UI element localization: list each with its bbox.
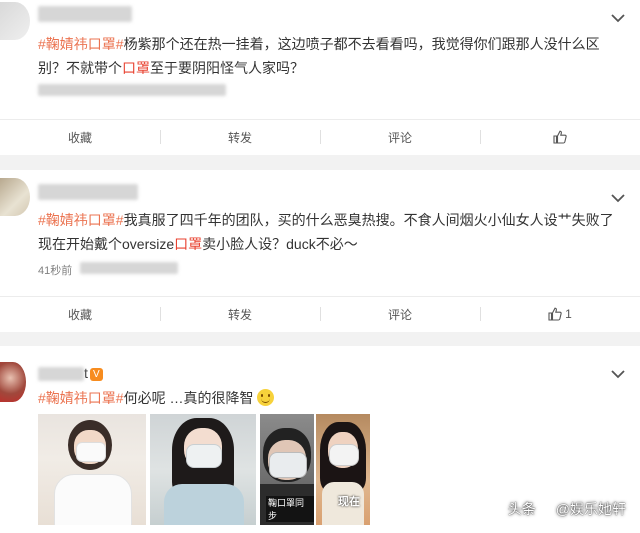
avatar[interactable] xyxy=(0,178,30,216)
username-blurred[interactable] xyxy=(38,6,132,22)
chevron-down-icon[interactable] xyxy=(610,12,626,24)
thumbs-up-icon xyxy=(548,307,562,321)
avatar[interactable] xyxy=(0,2,30,40)
keyword-highlight: 口罩 xyxy=(122,60,150,76)
hashtag-end[interactable]: # xyxy=(116,212,124,228)
chevron-down-icon[interactable] xyxy=(610,192,626,204)
post-card-3: tV #鞠婧祎口罩#何必呢 …真的很降智 鞠口罩同步 现在 头条 @娱乐她轩 xyxy=(0,346,640,533)
hashtag-end[interactable]: # xyxy=(116,36,124,52)
like-count: 1 xyxy=(565,307,572,321)
thumbs-up-icon xyxy=(553,130,567,144)
keyword-highlight: 口罩 xyxy=(174,236,203,252)
save-button[interactable]: 收藏 xyxy=(0,297,160,331)
username-row[interactable]: tV xyxy=(38,364,103,382)
hashtag-link[interactable]: #鞠婧祎口罩 xyxy=(38,390,116,406)
action-bar: 收藏 转发 评论 1 xyxy=(0,296,640,331)
comment-button[interactable]: 评论 xyxy=(320,297,480,331)
like-button[interactable] xyxy=(480,120,640,154)
save-button[interactable]: 收藏 xyxy=(0,120,160,154)
hashtag-end[interactable]: # xyxy=(116,390,124,406)
username-suffix: t xyxy=(84,365,88,381)
repost-button[interactable]: 转发 xyxy=(160,120,320,154)
photo-caption: 鞠口罩同步 xyxy=(266,496,314,522)
post-text: #鞠婧祎口罩#何必呢 …真的很降智 xyxy=(38,386,618,410)
comment-button[interactable]: 评论 xyxy=(320,120,480,154)
post-text: #鞠婧祎口罩#我真服了四千年的团队，买的什么恶臭热搜。不食人间烟火小仙女人设艹失… xyxy=(38,212,614,252)
post-photo-3[interactable]: 鞠口罩同步 xyxy=(260,414,314,525)
verified-badge: V xyxy=(89,367,103,381)
timestamp: 41秒前 xyxy=(38,265,73,277)
hashtag-link[interactable]: #鞠婧祎口罩 xyxy=(38,36,116,52)
toutiao-logo-icon xyxy=(537,501,554,517)
username-blurred xyxy=(38,367,84,382)
photo-caption: 现在 xyxy=(338,496,360,508)
timestamp-blurred xyxy=(38,84,226,96)
smile-emoji-icon xyxy=(257,389,275,406)
chevron-down-icon[interactable] xyxy=(610,368,626,380)
post-photo-1[interactable] xyxy=(38,414,146,525)
hashtag-link[interactable]: #鞠婧祎口罩 xyxy=(38,212,116,228)
post-card-1: #鞠婧祎口罩#杨紫那个还在热一挂着，这边喷子都不去看看吗，我觉得你们跟那人没什么… xyxy=(0,0,640,155)
source-blurred xyxy=(80,262,178,274)
username-blurred[interactable] xyxy=(38,184,138,200)
post-photo-4[interactable]: 现在 xyxy=(316,414,370,525)
post-card-2: #鞠婧祎口罩#我真服了四千年的团队，买的什么恶臭热搜。不食人间烟火小仙女人设艹失… xyxy=(0,170,640,332)
like-button[interactable]: 1 xyxy=(480,297,640,331)
avatar[interactable] xyxy=(0,362,26,402)
watermark: 头条 @娱乐她轩 xyxy=(507,501,626,517)
action-bar: 收藏 转发 评论 xyxy=(0,119,640,154)
post-photo-2[interactable] xyxy=(150,414,256,525)
post-text: #鞠婧祎口罩#杨紫那个还在热一挂着，这边喷子都不去看看吗，我觉得你们跟那人没什么… xyxy=(38,36,600,76)
repost-button[interactable]: 转发 xyxy=(160,297,320,331)
